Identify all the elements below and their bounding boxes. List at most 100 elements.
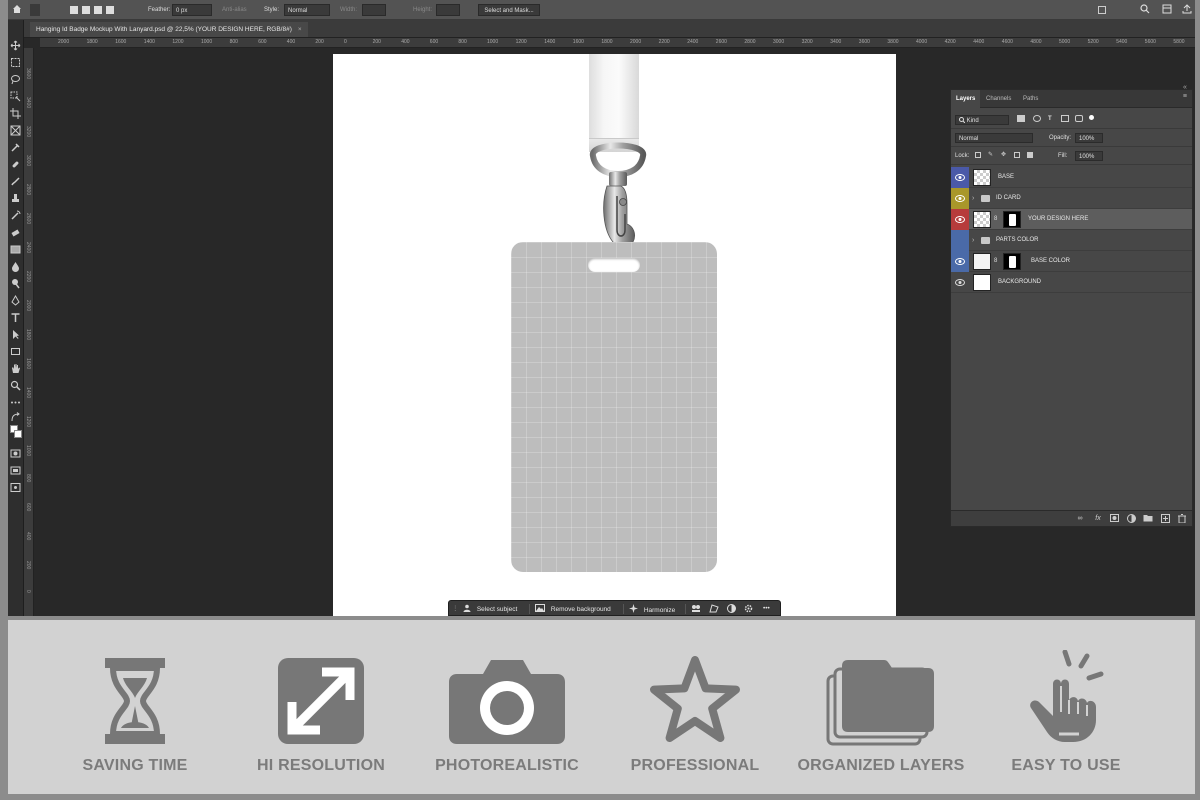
marquee-tool-icon[interactable] (10, 57, 21, 68)
tab-channels[interactable]: Channels (981, 90, 1016, 108)
quick-mask-icon[interactable] (10, 448, 21, 459)
new-layer-icon[interactable] (1160, 514, 1170, 524)
eraser-tool-icon[interactable] (10, 227, 21, 238)
type-tool-icon[interactable] (10, 312, 21, 323)
transform-icon[interactable] (709, 604, 719, 614)
height-input[interactable] (436, 4, 460, 16)
select-subject-button[interactable]: Select subject (463, 604, 517, 614)
gradient-tool-icon[interactable] (10, 244, 21, 255)
clone-stamp-tool-icon[interactable] (10, 193, 21, 204)
hand-tool-icon[interactable] (10, 363, 21, 374)
layer-row-parts-color[interactable]: › PARTS COLOR (951, 230, 1192, 251)
more-tools-icon[interactable] (10, 397, 21, 408)
marquee-tool-preset[interactable] (30, 4, 40, 16)
visibility-toggle[interactable] (951, 167, 969, 188)
settings-icon[interactable] (744, 604, 753, 614)
screen-mode-icon[interactable] (10, 465, 21, 476)
color-swatches[interactable] (10, 425, 23, 441)
add-mask-icon[interactable] (1109, 514, 1119, 524)
document-canvas[interactable] (333, 54, 896, 616)
background-color-swatch[interactable] (14, 430, 22, 438)
zoom-tool-icon[interactable] (10, 380, 21, 391)
layer-mask-thumbnail[interactable] (1003, 253, 1021, 270)
window-icon[interactable] (1098, 6, 1106, 14)
visibility-toggle[interactable] (951, 272, 969, 293)
antialias-checkbox[interactable]: Anti-alias (222, 4, 247, 16)
filter-toggle-icon[interactable] (1089, 115, 1094, 120)
link-layers-icon[interactable]: ∞ (1075, 514, 1085, 524)
panel-menu-icon[interactable]: ≡ (1183, 93, 1187, 100)
swap-colors-icon[interactable] (10, 412, 21, 423)
harmonize-button[interactable]: Harmonize (629, 604, 675, 614)
share-icon[interactable] (1182, 4, 1192, 16)
eyedropper-tool-icon[interactable] (10, 142, 21, 153)
layer-row-id-card[interactable]: › ID CARD (951, 188, 1192, 209)
move-tool-icon[interactable] (10, 40, 21, 51)
layer-row-background[interactable]: BACKGROUND (951, 272, 1192, 293)
fill-input[interactable]: 100% (1075, 151, 1103, 161)
add-selection-icon[interactable] (82, 6, 90, 14)
opacity-input[interactable]: 100% (1075, 133, 1103, 143)
visibility-toggle[interactable] (951, 230, 969, 251)
feather-input[interactable]: 0 px (172, 4, 212, 16)
layer-row-base-color[interactable]: 8 BASE COLOR (951, 251, 1192, 272)
visibility-toggle[interactable] (951, 251, 969, 272)
frame-tool-icon[interactable] (10, 125, 21, 136)
layer-row-base[interactable]: BASE (951, 167, 1192, 188)
close-tab-icon[interactable]: × (298, 26, 302, 33)
lock-position-icon[interactable]: ✥ (1001, 150, 1006, 160)
intersect-selection-icon[interactable] (106, 6, 114, 14)
filter-adjustment-icon[interactable] (1033, 115, 1041, 122)
mask-icon[interactable] (727, 604, 736, 614)
chevron-right-icon[interactable]: › (972, 230, 974, 251)
lock-pixels-icon[interactable]: ✎ (988, 150, 993, 160)
pen-tool-icon[interactable] (10, 295, 21, 306)
tab-paths[interactable]: Paths (1018, 90, 1043, 108)
remove-background-button[interactable]: Remove background (535, 604, 611, 614)
style-select[interactable]: Normal (284, 4, 330, 16)
crop-tool-icon[interactable] (10, 108, 21, 119)
healing-brush-tool-icon[interactable] (10, 159, 21, 170)
new-group-icon[interactable] (1143, 514, 1153, 524)
filter-smart-object-icon[interactable] (1075, 115, 1083, 122)
lock-artboard-icon[interactable] (1014, 152, 1020, 158)
document-tab[interactable]: Hanging Id Badge Mockup With Lanyard.psd… (30, 22, 308, 37)
chevron-right-icon[interactable]: › (972, 188, 974, 209)
drag-handle[interactable]: ⋮ (452, 604, 459, 614)
blend-mode-select[interactable]: Normal (955, 133, 1033, 143)
taskbar-divider (623, 604, 624, 614)
select-and-mask-button[interactable]: Select and Mask... (478, 4, 540, 16)
fx-icon[interactable]: fx (1093, 514, 1103, 524)
blur-tool-icon[interactable] (10, 261, 21, 272)
path-selection-tool-icon[interactable] (10, 329, 21, 340)
rectangle-tool-icon[interactable] (10, 346, 21, 357)
lock-all-icon[interactable] (1027, 152, 1033, 158)
history-brush-tool-icon[interactable] (10, 210, 21, 221)
tab-layers[interactable]: Layers (951, 90, 981, 108)
brush-tool-icon[interactable] (10, 176, 21, 187)
workspace-icon[interactable] (1162, 4, 1172, 16)
more-options-button[interactable]: ••• (763, 604, 770, 614)
filter-type-icon[interactable]: T (1048, 114, 1052, 124)
layer-mask-thumbnail[interactable] (1003, 211, 1021, 228)
adjust-icon[interactable] (691, 604, 701, 614)
subtract-selection-icon[interactable] (94, 6, 102, 14)
edit-toolbar-icon[interactable] (10, 482, 21, 493)
visibility-toggle[interactable] (951, 188, 969, 209)
filter-kind-select[interactable]: Kind (955, 115, 1009, 125)
new-selection-icon[interactable] (70, 6, 78, 14)
layer-row-your-design-here[interactable]: 8 YOUR DESIGN HERE (951, 209, 1192, 230)
filter-shape-icon[interactable] (1061, 115, 1069, 122)
lasso-tool-icon[interactable] (10, 74, 21, 85)
vertical-ruler-label: 1000 (25, 445, 31, 457)
dodge-tool-icon[interactable] (10, 278, 21, 289)
search-icon[interactable] (1140, 4, 1150, 16)
filter-pixel-icon[interactable] (1017, 115, 1025, 122)
lock-transparent-icon[interactable] (975, 152, 981, 158)
home-icon[interactable] (12, 4, 22, 16)
width-input[interactable] (362, 4, 386, 16)
object-selection-tool-icon[interactable] (10, 91, 21, 102)
adjustment-layer-icon[interactable] (1126, 514, 1136, 524)
visibility-toggle[interactable] (951, 209, 969, 230)
delete-layer-icon[interactable] (1177, 514, 1187, 524)
